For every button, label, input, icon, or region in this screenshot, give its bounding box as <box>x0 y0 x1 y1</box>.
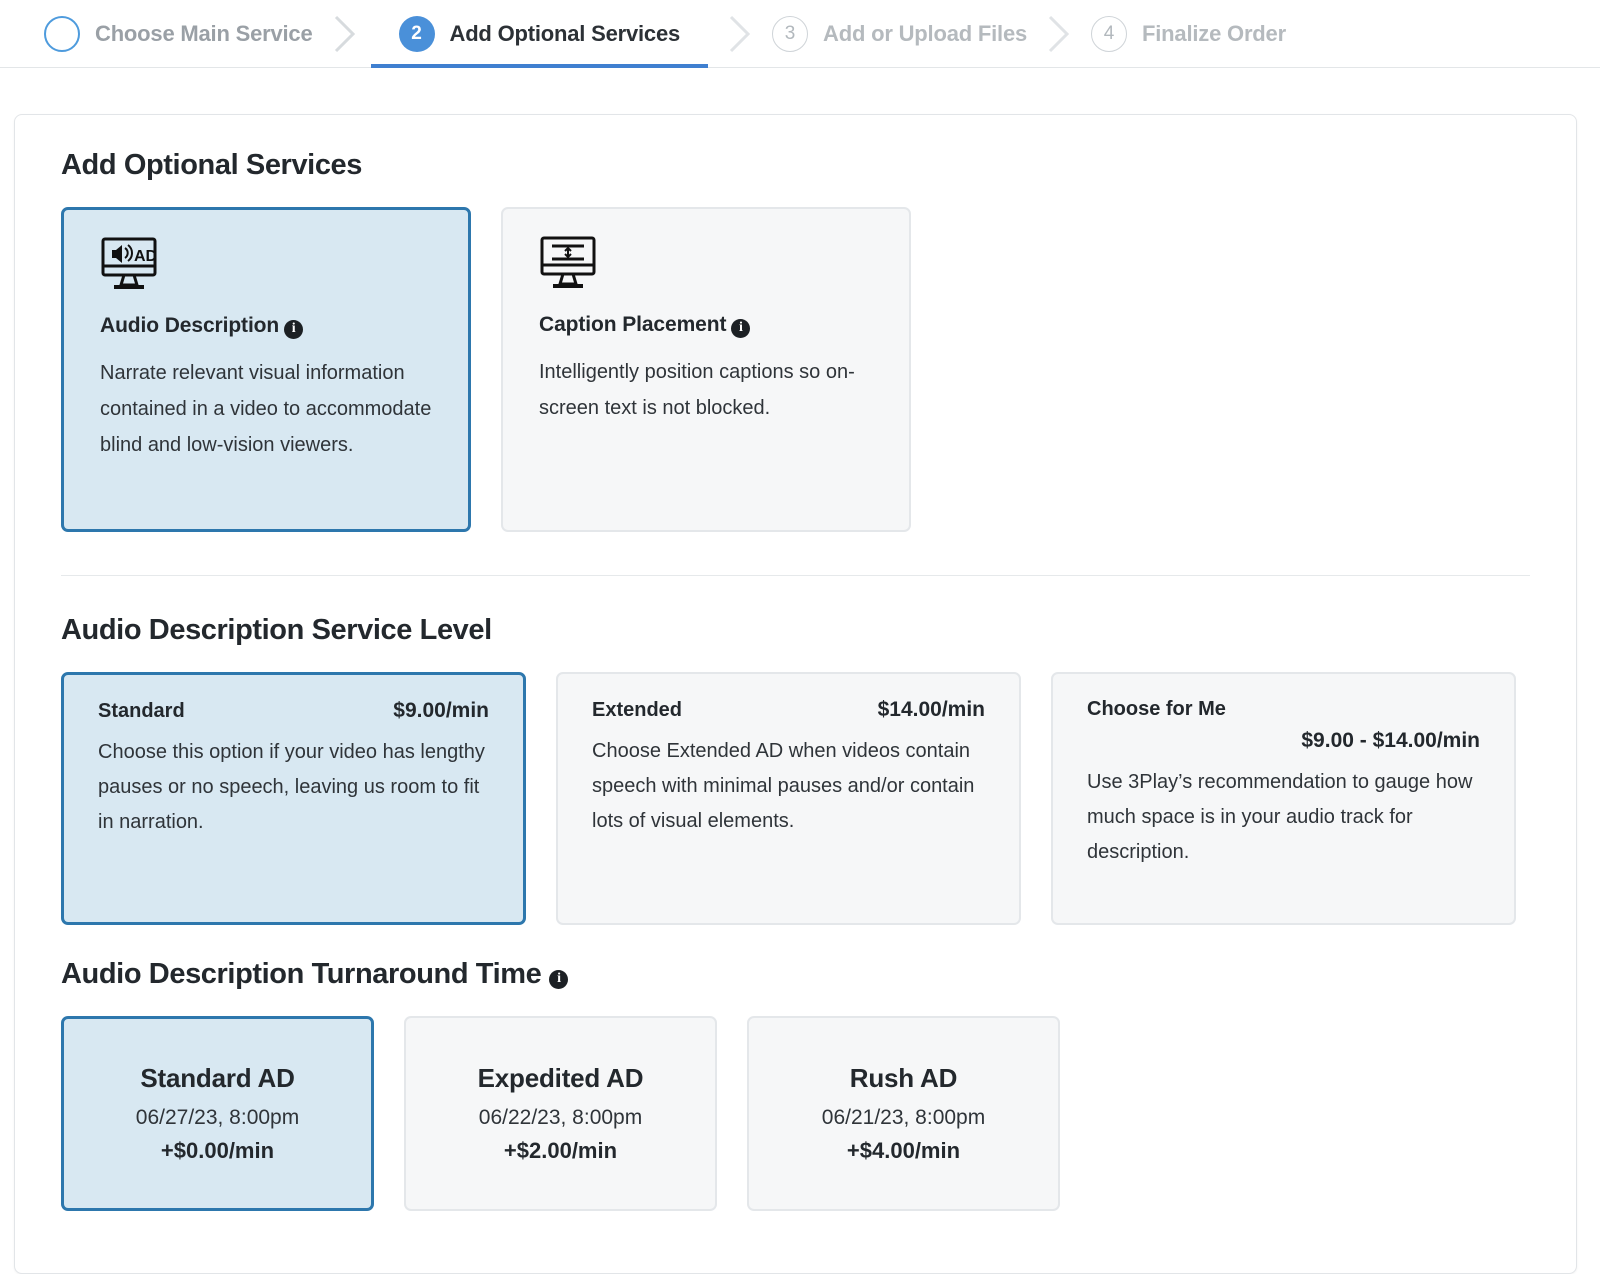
service-level-name: Standard <box>98 700 185 722</box>
turnaround-name: Standard AD <box>140 1063 295 1093</box>
step-add-or-upload-files[interactable]: 3 Add or Upload Files <box>772 0 1027 68</box>
turnaround-option-standard-ad[interactable]: Standard AD 06/27/23, 8:00pm +$0.00/min <box>61 1016 374 1211</box>
chevron-right-icon-1 <box>313 13 377 55</box>
service-level-price: $9.00 - $14.00/min <box>1301 729 1480 752</box>
service-level-price: $14.00/min <box>877 698 985 721</box>
turnaround-name: Rush AD <box>849 1063 958 1093</box>
svg-text:AD: AD <box>134 248 157 265</box>
order-stepper: Choose Main Service 2 Add Optional Servi… <box>0 0 1600 68</box>
monitor-caption-placement-icon <box>539 235 875 299</box>
turnaround-option-rush-ad[interactable]: Rush AD 06/21/23, 8:00pm +$4.00/min <box>747 1016 1060 1211</box>
step-number-badge-3: 3 <box>772 15 809 52</box>
service-card-title: Audio Description i <box>100 314 434 339</box>
info-icon[interactable]: i <box>731 318 751 338</box>
turnaround-option-expedited-ad[interactable]: Expedited AD 06/22/23, 8:00pm +$2.00/min <box>404 1016 717 1211</box>
turnaround-name: Expedited AD <box>477 1063 644 1093</box>
service-card-description: Narrate relevant visual information cont… <box>100 361 432 456</box>
service-level-description: Use 3Play’s recommendation to gauge how … <box>1087 771 1473 863</box>
chevron-right-icon-3 <box>1027 13 1091 55</box>
turnaround-price: +$4.00/min <box>846 1138 961 1163</box>
service-card-caption-placement[interactable]: Caption Placement i Intelligently positio… <box>501 207 911 532</box>
service-card-description: Intelligently position captions so on-sc… <box>539 360 855 419</box>
step-label-4: Finalize Order <box>1142 20 1286 46</box>
monitor-audio-description-icon: AD <box>100 236 434 300</box>
step-label-3: Add or Upload Files <box>823 20 1028 46</box>
circle-outline-icon <box>44 15 80 52</box>
info-icon[interactable]: i <box>284 319 304 339</box>
turnaround-date: 06/21/23, 8:00pm <box>821 1106 986 1129</box>
turnaround-date: 06/22/23, 8:00pm <box>478 1106 643 1129</box>
turnaround-price: +$0.00/min <box>160 1138 275 1163</box>
step-choose-main-service[interactable]: Choose Main Service <box>44 0 313 68</box>
service-level-price: $9.00/min <box>393 699 489 722</box>
step-number-badge-2: 2 <box>398 15 435 52</box>
service-level-option-standard[interactable]: Standard $9.00/min Choose this option if… <box>61 672 526 925</box>
service-level-option-choose-for-me[interactable]: Choose for Me $9.00 - $14.00/min Use 3Pl… <box>1051 672 1516 925</box>
info-icon[interactable]: i <box>549 969 569 989</box>
service-level-list: Standard $9.00/min Choose this option if… <box>61 672 1530 925</box>
service-level-header: Standard $9.00/min <box>98 699 489 723</box>
chevron-right-icon-2 <box>708 13 772 55</box>
service-level-header: Choose for Me $9.00 - $14.00/min <box>1087 698 1480 753</box>
step-finalize-order[interactable]: 4 Finalize Order <box>1091 0 1286 68</box>
service-card-audio-description[interactable]: AD Audio Description i Narrate relevant v… <box>61 207 471 532</box>
service-level-description: Choose Extended AD when videos contain s… <box>592 740 975 832</box>
service-card-title: Caption Placement i <box>539 313 875 338</box>
optional-services-list: AD Audio Description i Narrate relevant v… <box>61 207 1530 532</box>
service-level-name: Extended <box>592 699 683 721</box>
turnaround-price: +$2.00/min <box>503 1138 618 1163</box>
step-label-1: Choose Main Service <box>95 20 313 46</box>
service-level-header: Extended $14.00/min <box>592 698 985 722</box>
turnaround-title: Audio Description Turnaround Time i <box>61 958 1530 991</box>
page-title: Add Optional Services <box>61 149 363 181</box>
step-number-badge-4: 4 <box>1091 15 1128 52</box>
step-add-optional-services[interactable]: 2 Add Optional Services <box>370 0 709 68</box>
step-label-2: Add Optional Services <box>449 20 681 46</box>
section-divider <box>61 575 1530 576</box>
service-level-title: Audio Description Service Level <box>61 614 492 646</box>
service-level-name: Choose for Me <box>1087 698 1226 720</box>
order-form-panel: Add Optional Services AD Audio Descripti… <box>14 114 1577 1274</box>
turnaround-date: 06/27/23, 8:00pm <box>135 1106 300 1129</box>
service-level-description: Choose this option if your video has len… <box>98 741 485 833</box>
turnaround-list: Standard AD 06/27/23, 8:00pm +$0.00/min … <box>61 1016 1530 1211</box>
service-level-option-extended[interactable]: Extended $14.00/min Choose Extended AD w… <box>556 672 1021 925</box>
